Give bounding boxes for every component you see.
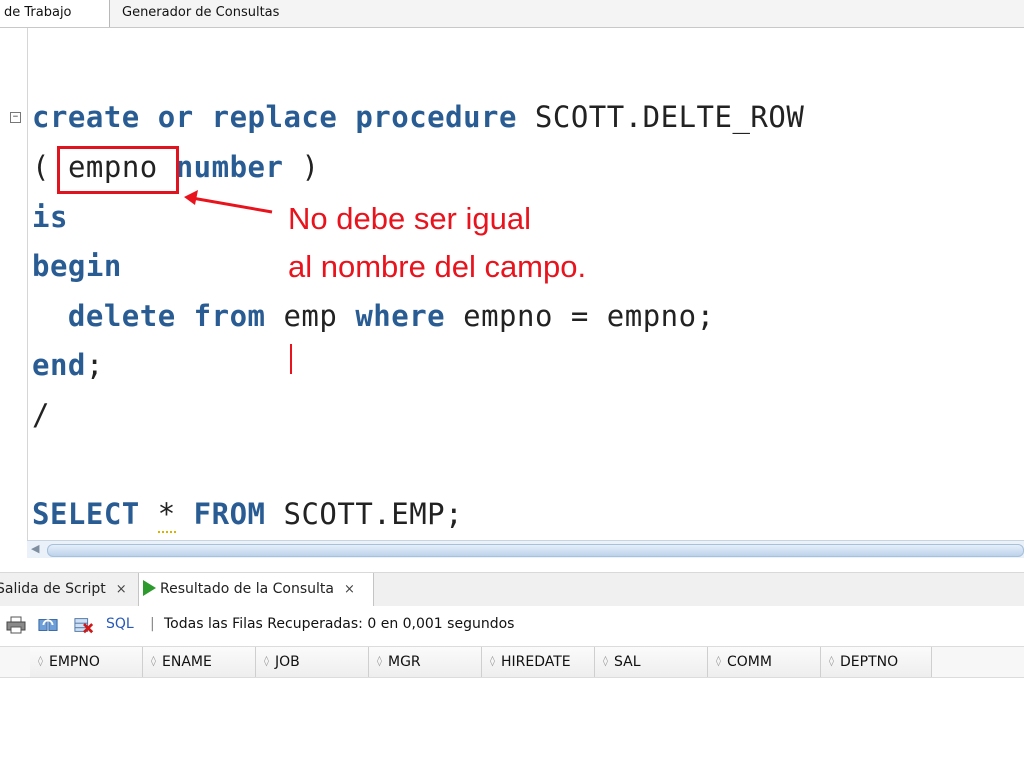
sort-icon: ◊ — [151, 656, 156, 667]
column-header-job[interactable]: ◊ JOB — [256, 647, 369, 677]
tab-query-builder[interactable]: Generador de Consultas — [112, 0, 279, 27]
print-icon[interactable] — [6, 616, 26, 634]
tab-script-output[interactable]: Salida de Script × — [0, 573, 127, 606]
sort-icon: ◊ — [38, 656, 43, 667]
fold-collapse-icon[interactable]: − — [10, 112, 21, 123]
code-line-5: delete from emp where empno = empno; — [67, 299, 715, 333]
results-toolbar: SQL | Todas las Filas Recuperadas: 0 en … — [0, 606, 1024, 644]
scrollbar-thumb[interactable] — [47, 544, 1024, 557]
column-header-mgr[interactable]: ◊ MGR — [369, 647, 482, 677]
column-header-comm[interactable]: ◊ COMM — [708, 647, 821, 677]
refresh-icon[interactable] — [38, 616, 58, 634]
sql-link[interactable]: SQL — [106, 616, 134, 632]
scroll-left-arrow-icon[interactable]: ◀ — [31, 542, 39, 555]
code-line-7: / — [32, 398, 50, 432]
annotation-arrow-icon — [184, 190, 273, 214]
code-line-8: SELECT * FROM SCOTT.EMP; — [32, 497, 464, 533]
column-header-deptno[interactable]: ◊ DEPTNO — [821, 647, 932, 677]
code-line-3: is — [32, 200, 68, 234]
sort-icon: ◊ — [264, 656, 269, 667]
close-icon[interactable]: × — [116, 582, 127, 597]
toolbar-separator: | — [150, 616, 155, 632]
run-icon — [143, 580, 156, 596]
gutter-divider — [27, 28, 28, 540]
code-line-1: create or replace procedure SCOTT.DELTE_… — [32, 100, 805, 134]
column-header-hiredate[interactable]: ◊ HIREDATE — [482, 647, 595, 677]
close-icon[interactable]: × — [344, 582, 355, 597]
tab-query-result[interactable]: Resultado de la Consulta × — [138, 573, 374, 607]
sql-editor[interactable]: − create or replace procedure SCOTT.DELT… — [0, 28, 1024, 540]
sort-icon: ◊ — [490, 656, 495, 667]
clear-results-icon[interactable] — [74, 616, 94, 634]
annotation-marker — [290, 344, 292, 374]
sort-icon: ◊ — [829, 656, 834, 667]
column-header-sal[interactable]: ◊ SAL — [595, 647, 708, 677]
editor-horizontal-scrollbar[interactable]: ◀ — [27, 540, 1024, 558]
annotation-line-2: al nombre del campo. — [288, 249, 587, 284]
sort-icon: ◊ — [377, 656, 382, 667]
annotation-line-1: No debe ser igual — [288, 201, 531, 236]
sort-icon: ◊ — [716, 656, 721, 667]
column-header-empno[interactable]: ◊ EMPNO — [30, 647, 143, 677]
tab-worksheet[interactable]: de Trabajo — [0, 0, 110, 27]
column-header-ename[interactable]: ◊ ENAME — [143, 647, 256, 677]
sort-icon: ◊ — [603, 656, 608, 667]
param-highlight-box — [57, 146, 179, 194]
results-tab-bar: Salida de Script × Resultado de la Consul… — [0, 572, 1024, 607]
results-grid-header: ◊ EMPNO ◊ ENAME ◊ JOB ◊ MGR ◊ HIREDATE ◊ SAL ◊… — [0, 646, 1024, 678]
worksheet-tab-bar: de Trabajo Generador de Consultas — [0, 0, 1024, 28]
code-line-4: begin — [32, 249, 122, 283]
fetch-status: Todas las Filas Recuperadas: 0 en 0,001 … — [164, 616, 515, 632]
code-line-6: end; — [32, 348, 104, 382]
